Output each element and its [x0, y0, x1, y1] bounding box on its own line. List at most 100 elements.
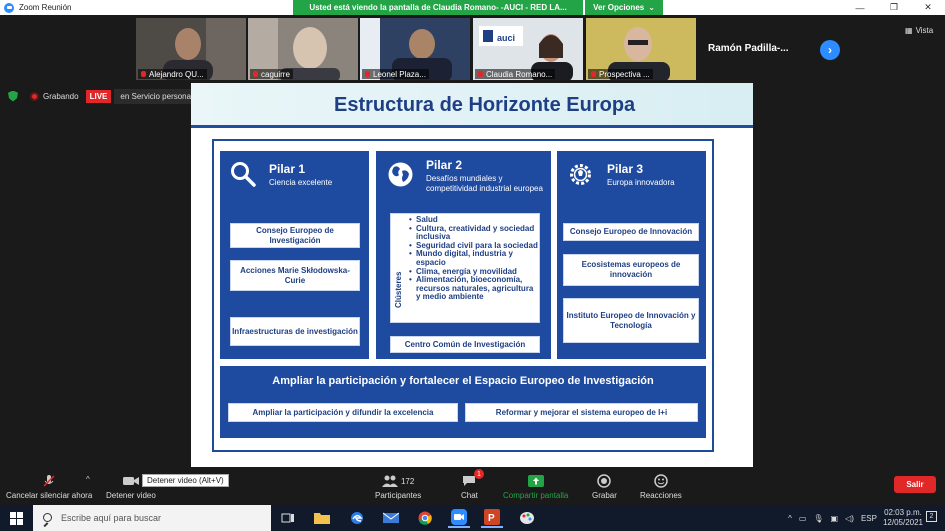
slide-title: Estructura de Horizonte Europa [334, 94, 636, 116]
edge-icon[interactable] [346, 508, 368, 528]
participant-name: Claudia Romano... [475, 69, 556, 79]
mute-button[interactable]: Cancelar silenciar ahora [6, 467, 92, 505]
live-badge[interactable]: LIVE [85, 89, 112, 103]
taskbar-search-input[interactable]: Escribe aquí para buscar [33, 505, 271, 531]
participant-name: caguirre [250, 69, 293, 79]
view-button[interactable]: ▦ Vista [905, 26, 933, 35]
participant-tile[interactable]: Alejandro QU... [136, 18, 246, 80]
pillar-2-box: Centro Común de Investigación [390, 336, 540, 353]
window-title: Zoom Reunión [19, 3, 72, 12]
band-title: Ampliar la participación y fortalecer el… [272, 375, 654, 387]
pillar-1-subtitle: Ciencia excelente [269, 178, 333, 187]
search-placeholder: Escribe aquí para buscar [61, 513, 162, 523]
magnifier-icon [231, 162, 256, 187]
next-page-button[interactable]: › [820, 40, 840, 60]
view-options-label: Ver Opciones [593, 3, 645, 12]
record-icon [596, 474, 612, 488]
participant-name: Alejandro QU... [138, 69, 207, 79]
pillar-1: Pilar 1 Ciencia excelente Consejo Europe… [220, 151, 369, 359]
list-item: Alimentación, bioeconomía, recursos natu… [409, 275, 539, 302]
participant-tile[interactable]: auci Claudia Romano... [473, 18, 583, 80]
participant-name-only[interactable]: Ramón Padilla-... [708, 43, 789, 54]
record-button[interactable]: Grabar [592, 467, 617, 505]
video-label: Detener video [106, 491, 156, 500]
pillar-3-box: Instituto Europeo de Innovación y Tecnol… [563, 298, 699, 343]
video-tooltip: Detener video (Alt+V) [142, 474, 229, 487]
pillar-1-box: Infraestructuras de investigación [230, 317, 360, 346]
chevron-up-icon[interactable]: ^ [86, 475, 90, 484]
pillar-2-title: Pilar 2 [426, 158, 463, 172]
view-options-button[interactable]: Ver Opciones ⌄ [585, 0, 663, 15]
maximize-button[interactable]: ❐ [877, 0, 911, 15]
camera-icon[interactable]: ▣ [831, 514, 839, 523]
start-button[interactable] [0, 505, 33, 531]
participant-tile[interactable]: Leonel Plaza... [360, 18, 470, 80]
volume-icon[interactable]: ◁) [845, 514, 854, 523]
clock-time: 02:03 p.m. [884, 508, 922, 517]
participant-name: Leonel Plaza... [362, 69, 429, 79]
gear-lightbulb-icon [570, 164, 591, 185]
share-label: Compartir pantalla [503, 491, 569, 500]
participants-button[interactable]: 172 Participantes [375, 467, 421, 505]
record-label: Grabar [592, 491, 617, 500]
participant-tile[interactable]: caguirre [248, 18, 358, 80]
paint-icon[interactable] [516, 508, 538, 528]
zoom-taskbar-icon[interactable] [448, 508, 470, 528]
participation-band: Ampliar la participación y fortalecer el… [220, 366, 706, 438]
chat-badge: 1 [474, 469, 484, 479]
microphone-icon[interactable]: 🎙 [813, 514, 823, 523]
powerpoint-icon[interactable]: P [481, 508, 503, 528]
participants-label: Participantes [375, 491, 422, 500]
clock-date: 12/05/2021 [882, 518, 923, 527]
participant-strip: Alejandro QU... caguirre Leonel Plaza... [0, 15, 945, 82]
pillar-1-title: Pilar 1 [269, 162, 306, 176]
close-button[interactable]: ✕ [911, 0, 945, 15]
system-tray: ^ ▭ 🎙 ▣ ◁) ESP 02:03 p.m. 12/05/2021 2 [788, 505, 945, 531]
svg-text:auci: auci [497, 33, 515, 43]
chevron-up-icon[interactable]: ^ [788, 514, 792, 523]
pillar-1-box: Acciones Marie Skłodowska-Curie [230, 260, 360, 291]
windows-taskbar: Escribe aquí para buscar P ^ ▭ 🎙 ▣ ◁) ES… [0, 505, 945, 531]
chat-label: Chat [461, 491, 478, 500]
participants-count: 172 [400, 476, 415, 486]
structure-frame: Pilar 1 Ciencia excelente Consejo Europe… [212, 139, 714, 452]
pillar-3-box: Consejo Europeo de Innovación [563, 223, 699, 241]
share-banner: Usted está viendo la pantalla de Claudia… [293, 0, 583, 15]
zoom-window: Zoom Reunión Usted está viendo la pantal… [0, 0, 945, 531]
mail-icon[interactable] [380, 508, 402, 528]
network-icon[interactable]: ▭ [799, 514, 807, 523]
minimize-button[interactable]: — [843, 0, 877, 15]
shared-screen: Estructura de Horizonte Europa Pilar 1 C… [191, 83, 753, 467]
search-icon [43, 513, 52, 522]
leave-button[interactable]: Salir [894, 476, 936, 493]
list-item: Mundo digital, industria y espacio [409, 250, 539, 267]
notifications-icon[interactable]: 2 [926, 511, 937, 522]
participants-icon: 172 [378, 474, 418, 488]
share-screen-button[interactable]: Compartir pantalla [503, 467, 568, 505]
chrome-icon[interactable] [414, 508, 436, 528]
slide-header: Estructura de Horizonte Europa [191, 83, 753, 128]
svg-text:P: P [488, 513, 495, 524]
shield-icon[interactable] [8, 90, 18, 102]
clusters-list: Salud Cultura, creatividad y sociedad in… [409, 215, 539, 302]
microphone-muted-icon [41, 474, 57, 488]
video-camera-icon [122, 474, 139, 488]
pillar-1-box: Consejo Europeo de Investigación [230, 223, 360, 248]
chevron-down-icon: ⌄ [648, 3, 655, 12]
recording-label[interactable]: Grabando [43, 92, 79, 101]
pillar-3: Pilar 3 Europa innovadora Consejo Europe… [557, 151, 706, 359]
grid-icon: ▦ [905, 26, 913, 35]
file-explorer-icon[interactable] [311, 508, 333, 528]
participant-tile[interactable]: Prospectiva ... [586, 18, 696, 80]
language-indicator[interactable]: ESP [861, 514, 877, 523]
pillar-2-subtitle: Desafíos mundiales y competitividad indu… [426, 174, 543, 193]
reactions-button[interactable]: Reacciones [640, 467, 682, 505]
reactions-label: Reacciones [640, 491, 682, 500]
task-view-icon[interactable] [277, 508, 299, 528]
clusters-box: Clústeres Salud Cultura, creatividad y s… [390, 213, 540, 323]
zoom-logo-icon [4, 2, 14, 13]
record-icon [30, 91, 39, 101]
clock[interactable]: 02:03 p.m. 12/05/2021 [883, 508, 923, 528]
pillar-3-box: Ecosistemas europeos de innovación [563, 254, 699, 286]
band-box-left: Ampliar la participación y difundir la e… [228, 403, 458, 422]
